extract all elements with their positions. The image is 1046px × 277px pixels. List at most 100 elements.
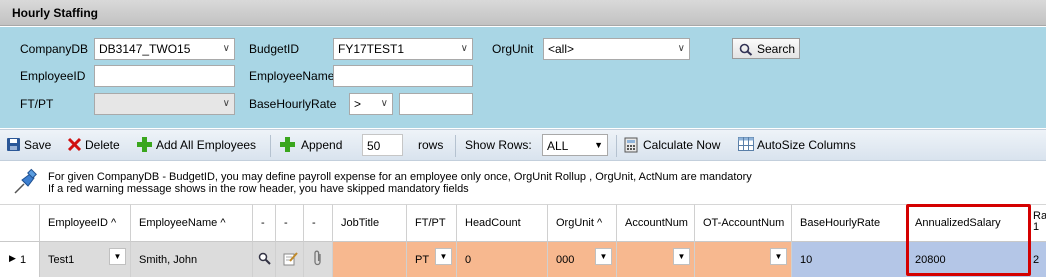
pushpin-icon [14,168,37,194]
employeeid-input[interactable] [94,65,235,87]
cell-job-title[interactable] [333,242,407,277]
company-value: DB3147_TWO15 [99,42,191,56]
search-label: Search [757,42,796,56]
rate-label: BaseHourlyRate [249,97,337,111]
caret-down-icon[interactable]: ▼ [435,248,452,265]
cell-orgunit[interactable]: 000 ▼ [548,242,617,277]
autosize-label: AutoSize Columns [757,138,856,152]
plus-icon [137,137,152,152]
orgunit-label: OrgUnit [492,42,534,56]
calculator-icon [624,137,638,153]
orgunit-select[interactable]: <all> ∨ [543,38,690,60]
column-header-label: AccountNum [625,217,688,229]
orgunit-cell-value: 000 [556,254,575,266]
cell-ot-account-num[interactable]: ▼ [695,242,792,277]
caret-down-icon[interactable]: ▼ [673,248,690,265]
column-header[interactable]: OT-AccountNum [695,204,792,242]
table-icon [738,137,754,151]
cell-base-hourly-rate[interactable]: 10 [792,242,907,277]
column-header-label: JobTitle [341,217,380,229]
column-header[interactable]: BaseHourlyRate [792,204,907,242]
column-header-label: - [261,217,265,229]
info-line-2: If a red warning message shows in the ro… [48,183,469,195]
save-label: Save [24,138,52,152]
column-header[interactable]: HeadCount [457,204,548,242]
column-header-label: FT/PT [415,217,446,229]
data-grid: EmployeeID ^ EmployeeName ^ - - - JobTit… [0,204,1046,277]
ftpt-select[interactable]: ∨ [94,93,235,115]
column-header-label: - [312,217,316,229]
chevron-down-icon: ∨ [677,43,685,54]
employeename-label: EmployeeName [249,69,335,83]
chevron-down-icon: ∨ [460,43,468,54]
column-header[interactable]: AccountNum [617,204,695,242]
column-header[interactable]: EmployeeName ^ [131,204,253,242]
show-rows-value: ALL [547,139,569,153]
cell-search-action[interactable] [253,242,276,277]
company-select[interactable]: DB3147_TWO15 ∨ [94,38,235,60]
budget-value: FY17TEST1 [338,42,405,56]
column-header[interactable]: - [253,204,276,242]
rows-input[interactable]: 50 [362,134,403,156]
column-header-label: HeadCount [465,217,521,229]
cell-account-num[interactable]: ▼ [617,242,695,277]
column-header-label: OrgUnit ^ [556,217,603,229]
panel-header: Hourly Staffing [0,0,1046,26]
current-row-icon: ▶ [9,253,16,263]
column-header[interactable]: Ra 1 [1029,204,1046,242]
panel-title: Hourly Staffing [12,6,98,20]
cell-notes-action[interactable] [276,242,304,277]
caret-down-icon[interactable]: ▼ [770,248,787,265]
column-header[interactable]: EmployeeID ^ [40,204,131,242]
delete-label: Delete [85,138,120,152]
rate-operator-select[interactable]: > ∨ [349,93,393,115]
caret-down-icon[interactable]: ▼ [109,248,126,265]
paperclip-icon[interactable] [312,250,324,267]
caret-down-icon[interactable]: ▼ [595,248,612,265]
search-icon [739,43,753,56]
search-icon[interactable] [258,252,271,265]
company-label: CompanyDB [20,42,89,56]
employee-name-value: Smith, John [139,254,198,266]
highlight-annotation [906,204,1031,276]
column-header[interactable]: JobTitle [333,204,407,242]
save-icon [7,138,20,151]
base-rate-value: 10 [800,254,813,266]
add-all-label: Add All Employees [156,138,257,152]
rate-input[interactable] [399,93,473,115]
headcount-value: 0 [465,254,472,266]
info-line-1: For given CompanyDB - BudgetID, you may … [48,171,752,183]
cell-employee-id[interactable]: Test1 ▼ [40,242,131,277]
cell-employee-name[interactable]: Smith, John [131,242,253,277]
show-rows-select[interactable]: ALL ▼ [542,134,608,156]
rows-label: rows [418,138,444,152]
row-header[interactable]: ▶ 1 [0,242,40,277]
cell-headcount[interactable]: 0 [457,242,548,277]
column-header-label: - [284,217,288,229]
rate-operator-value: > [354,97,362,111]
edit-note-icon[interactable] [283,251,298,266]
column-header[interactable]: OrgUnit ^ [548,204,617,242]
toolbar-separator [455,135,456,157]
column-header[interactable]: - [304,204,333,242]
toolbar-separator [270,135,271,157]
chevron-down-icon: ∨ [380,98,388,109]
chevron-down-icon: ∨ [222,43,230,54]
caret-down-icon: ▼ [594,140,603,150]
employee-id-value: Test1 [48,254,75,266]
column-header[interactable]: - [276,204,304,242]
calculate-label: Calculate Now [643,138,721,152]
info-message: For given CompanyDB - BudgetID, you may … [0,162,1046,204]
employeename-input[interactable] [333,65,473,87]
cell-ra[interactable]: 2 [1029,242,1046,277]
cell-attach-action[interactable] [304,242,333,277]
row-header-corner [0,204,40,242]
delete-icon [67,137,82,152]
column-header[interactable]: FT/PT [407,204,457,242]
budget-select[interactable]: FY17TEST1 ∨ [333,38,473,60]
filter-panel: CompanyDB DB3147_TWO15 ∨ BudgetID FY17TE… [0,27,1046,128]
append-label: Append [301,138,343,152]
search-button[interactable]: Search [732,38,800,59]
cell-ftpt[interactable]: PT ▼ [407,242,457,277]
chevron-down-icon: ∨ [222,98,230,109]
